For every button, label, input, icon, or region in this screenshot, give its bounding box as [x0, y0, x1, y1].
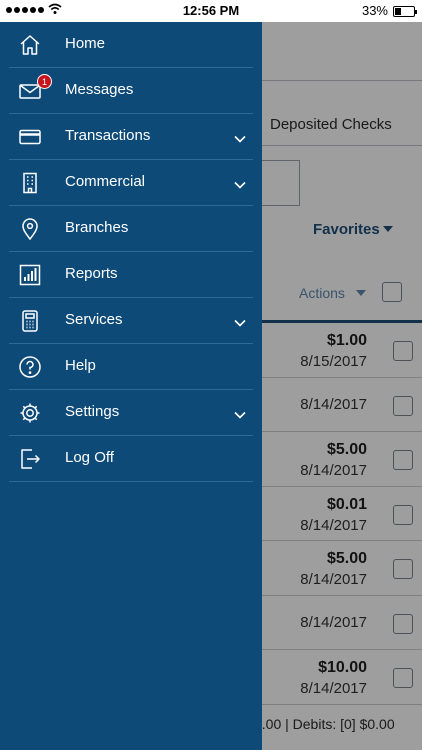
menu-label: Messages [65, 81, 134, 98]
building-icon [18, 171, 42, 195]
status-time: 12:56 PM [182, 3, 240, 18]
menu-item-services[interactable]: Services [9, 298, 253, 344]
menu-item-help[interactable]: Help [9, 344, 253, 390]
bar-chart-icon [18, 263, 42, 287]
chevron-down-icon [233, 407, 247, 419]
question-icon [18, 355, 42, 379]
menu-item-log-off[interactable]: Log Off [9, 436, 253, 482]
menu-label: Branches [65, 219, 129, 236]
menu-label: Services [65, 311, 123, 328]
status-bar: 12:56 PM 33% [0, 0, 422, 22]
calculator-icon [18, 309, 42, 333]
battery-icon [393, 6, 417, 17]
unread-count-badge: 1 [37, 74, 52, 89]
log-off-icon [18, 447, 42, 471]
menu-label: Settings [65, 403, 120, 420]
chevron-down-icon [233, 131, 247, 143]
menu-item-transactions[interactable]: Transactions [9, 114, 253, 160]
menu-label: Commercial [65, 173, 146, 190]
menu-item-branches[interactable]: Branches [9, 206, 253, 252]
menu-label: Help [65, 357, 96, 374]
menu-item-settings[interactable]: Settings [9, 390, 253, 436]
map-pin-icon [18, 217, 42, 241]
chevron-down-icon [233, 315, 247, 327]
menu-item-messages[interactable]: 1 Messages [9, 68, 253, 114]
credit-card-icon [18, 125, 42, 149]
menu-label: Reports [65, 265, 118, 282]
menu-item-home[interactable]: Home [9, 22, 253, 68]
menu-label: Home [65, 35, 106, 52]
navigation-drawer: Home 1 Messages Transactions Commercial … [0, 22, 262, 750]
menu-label: Log Off [65, 449, 114, 466]
gear-icon [18, 401, 42, 425]
battery-percentage: 33% [361, 3, 388, 18]
menu-label: Transactions [65, 127, 151, 144]
menu-item-reports[interactable]: Reports [9, 252, 253, 298]
menu-item-commercial[interactable]: Commercial [9, 160, 253, 206]
chevron-down-icon [233, 177, 247, 189]
home-icon [18, 33, 42, 57]
